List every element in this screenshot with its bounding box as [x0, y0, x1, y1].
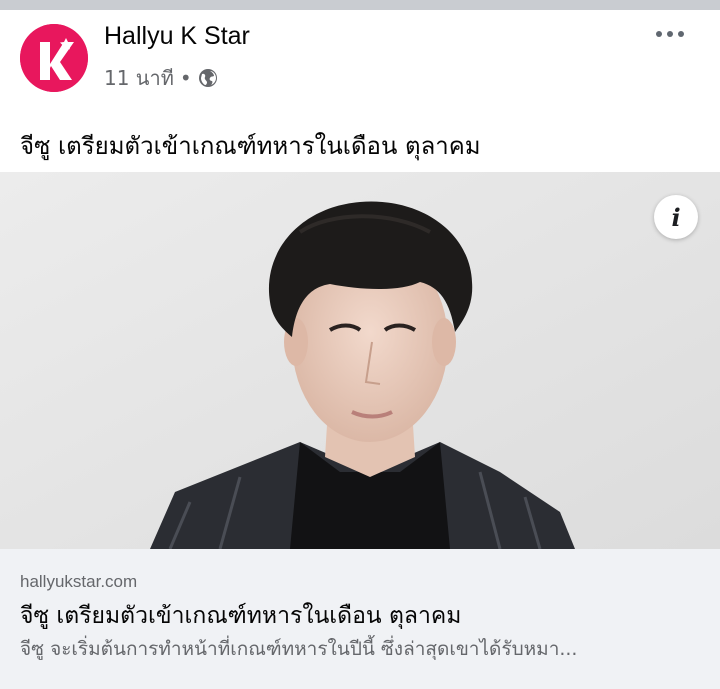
post-photo[interactable] — [0, 172, 720, 549]
info-label: i — [671, 202, 681, 232]
globe-icon — [198, 68, 218, 88]
dot — [667, 31, 673, 37]
post-text: จีซู เตรียมตัวเข้าเกณฑ์ทหารในเดือน ตุลาค… — [20, 132, 481, 160]
page-name[interactable]: Hallyu K Star — [104, 22, 250, 51]
post-time[interactable]: 11 นาที — [104, 62, 174, 94]
link-domain: hallyukstar.com — [20, 572, 138, 591]
meta-separator: • — [179, 66, 192, 90]
page-avatar[interactable] — [20, 24, 88, 92]
info-icon[interactable]: i — [654, 195, 698, 239]
dot — [656, 31, 662, 37]
dot — [678, 31, 684, 37]
post-meta: 11 นาที • — [104, 62, 218, 94]
more-options-icon[interactable] — [650, 20, 690, 48]
top-divider — [0, 0, 720, 10]
portrait-photo — [0, 172, 720, 549]
link-title[interactable]: จีซู เตรียมตัวเข้าเกณฑ์ทหารในเดือน ตุลาค… — [20, 598, 461, 634]
link-description: จีซู จะเริ่มต้นการทำหน้าที่เกณฑ์ทหารในปี… — [20, 638, 578, 660]
hallyu-k-star-logo-icon — [20, 24, 88, 92]
